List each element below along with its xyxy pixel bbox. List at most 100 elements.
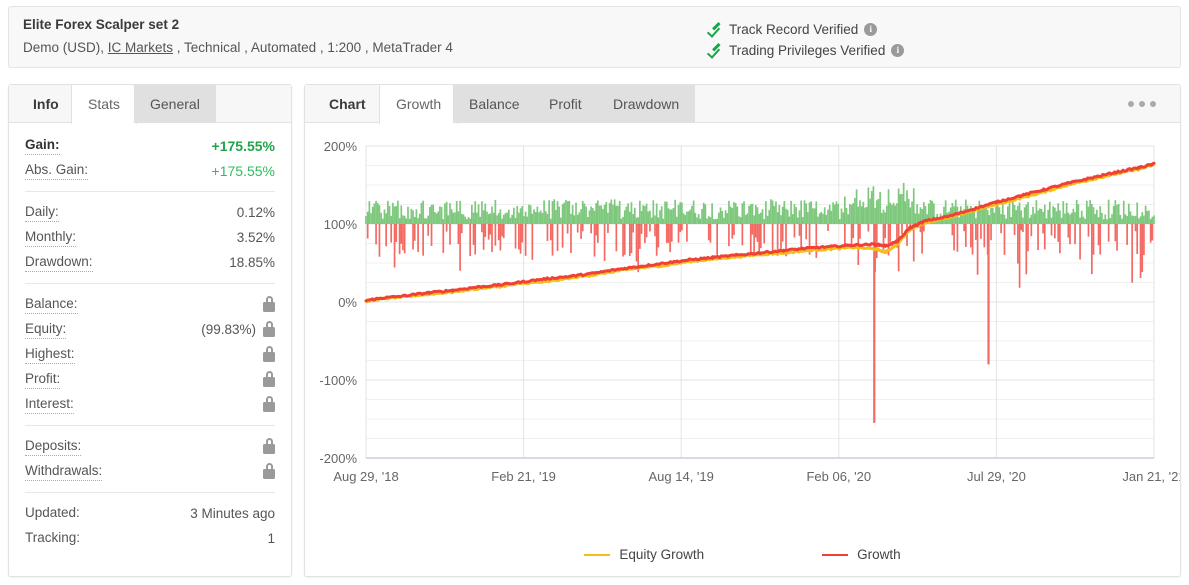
- stats-value-equity-text: (99.83%): [201, 322, 256, 337]
- stats-label-profit[interactable]: Profit:: [25, 371, 61, 389]
- stats-row-interest: Interest:: [25, 392, 275, 417]
- page-title: Elite Forex Scalper set 2: [23, 17, 180, 32]
- stats-label-gain[interactable]: Gain:: [25, 137, 60, 155]
- legend-swatch-equity-growth: [584, 553, 611, 556]
- badge-trading-privileges-label: Trading Privileges Verified: [729, 43, 886, 58]
- chart-panel: Chart Growth Balance Profit Drawdown 200…: [304, 84, 1181, 577]
- chart-tab-profit[interactable]: Profit: [533, 85, 598, 123]
- legend-label-equity-growth: Equity Growth: [619, 547, 705, 562]
- stats-row-drawdown: Drawdown: 18.85%: [25, 250, 275, 275]
- svg-text:Feb 21, '19: Feb 21, '19: [491, 469, 556, 484]
- check-icon: [709, 23, 724, 37]
- stats-row-daily: Daily: 0.12%: [25, 200, 275, 225]
- stats-row-highest: Highest:: [25, 342, 275, 367]
- svg-text:-100%: -100%: [319, 373, 357, 388]
- badge-track-record-label: Track Record Verified: [729, 22, 859, 37]
- stats-group-gain: Gain: +175.55% Abs. Gain: +175.55%: [25, 133, 275, 183]
- stats-value-tracking: 1: [267, 531, 275, 546]
- divider: [25, 425, 275, 426]
- stats-group-returns: Daily: 0.12% Monthly: 3.52% Drawdown: 18…: [25, 200, 275, 275]
- stats-value-equity: (99.83%): [201, 321, 275, 337]
- lock-icon: [263, 296, 275, 312]
- stats-row-balance: Balance:: [25, 292, 275, 317]
- lock-icon: [263, 463, 275, 479]
- account-header: Elite Forex Scalper set 2 Demo (USD), IC…: [8, 6, 1181, 68]
- svg-text:Jan 21, '21: Jan 21, '21: [1122, 469, 1180, 484]
- stats-row-tracking: Tracking: 1: [25, 526, 275, 551]
- svg-text:0%: 0%: [338, 295, 357, 310]
- svg-text:Aug 14, '19: Aug 14, '19: [649, 469, 714, 484]
- stats-row-abs-gain: Abs. Gain: +175.55%: [25, 158, 275, 183]
- stats-value-highest: [256, 346, 275, 362]
- stats-label-equity[interactable]: Equity:: [25, 321, 67, 339]
- stats-value-daily: 0.12%: [236, 205, 275, 220]
- stats-value-abs-gain: +175.55%: [211, 162, 275, 179]
- broker-link[interactable]: IC Markets: [108, 40, 173, 55]
- chart-tab-chart[interactable]: Chart: [313, 85, 382, 123]
- stats-group-account: Balance: Equity: (99.83%) Highest: Profi…: [25, 292, 275, 417]
- stats-row-updated: Updated: 3 Minutes ago: [25, 501, 275, 526]
- divider: [25, 492, 275, 493]
- stats-value-monthly: 3.52%: [236, 230, 275, 245]
- stats-value-deposits: [256, 438, 275, 454]
- stats-label-monthly[interactable]: Monthly:: [25, 229, 77, 247]
- chart-tab-drawdown[interactable]: Drawdown: [597, 85, 696, 123]
- stats-panel: Info Stats General Gain: +175.55% Abs. G…: [8, 84, 292, 577]
- stats-row-gain: Gain: +175.55%: [25, 133, 275, 158]
- stats-label-abs-gain[interactable]: Abs. Gain:: [25, 162, 89, 180]
- stats-row-profit: Profit:: [25, 367, 275, 392]
- lock-icon: [263, 346, 275, 362]
- info-icon[interactable]: i: [864, 23, 878, 36]
- ellipsis-icon[interactable]: [1128, 99, 1162, 109]
- stats-row-monthly: Monthly: 3.52%: [25, 225, 275, 250]
- chart-tabbar: Chart Growth Balance Profit Drawdown: [305, 85, 1180, 124]
- account-overview-page: Elite Forex Scalper set 2 Demo (USD), IC…: [0, 0, 1189, 585]
- growth-chart-svg: 200% 100% 0% -100% -200% Aug 29, '18 Feb 21, …: [319, 139, 1180, 484]
- growth-chart: 200% 100% 0% -100% -200% Aug 29, '18 Feb 21, …: [305, 123, 1180, 576]
- stats-label-deposits[interactable]: Deposits:: [25, 438, 82, 456]
- stats-value-drawdown: 18.85%: [229, 255, 275, 270]
- stats-label-tracking: Tracking:: [25, 530, 81, 545]
- stats-row-withdrawals: Withdrawals:: [25, 459, 275, 484]
- stats-value-updated: 3 Minutes ago: [190, 506, 275, 521]
- stats-value-gain: +175.55%: [211, 137, 275, 154]
- chart-tab-balance[interactable]: Balance: [453, 85, 536, 123]
- check-icon: [709, 44, 724, 58]
- account-meta-post: , Technical , Automated , 1:200 , MetaTr…: [173, 40, 453, 55]
- stats-label-interest[interactable]: Interest:: [25, 396, 74, 414]
- info-icon[interactable]: i: [891, 44, 905, 57]
- svg-text:200%: 200%: [324, 139, 358, 154]
- lock-icon: [263, 371, 275, 387]
- chart-daily-bars: [365, 182, 1155, 423]
- stats-label-updated: Updated:: [25, 505, 80, 520]
- stats-label-daily[interactable]: Daily:: [25, 204, 59, 222]
- badge-trading-privileges: Trading Privileges Verified i: [709, 40, 905, 61]
- stats-group-tracking: Updated: 3 Minutes ago Tracking: 1: [25, 501, 275, 551]
- legend-label-growth: Growth: [857, 547, 901, 562]
- stats-value-interest: [256, 396, 275, 412]
- stats-tab-stats[interactable]: Stats: [71, 85, 137, 124]
- stats-value-withdrawals: [256, 463, 275, 479]
- stats-value-balance: [256, 296, 275, 312]
- stats-row-equity: Equity: (99.83%): [25, 317, 275, 342]
- svg-text:Jul 29, '20: Jul 29, '20: [967, 469, 1026, 484]
- verification-badges: Track Record Verified i Trading Privileg…: [709, 19, 905, 61]
- stats-label-withdrawals[interactable]: Withdrawals:: [25, 463, 103, 481]
- stats-label-highest[interactable]: Highest:: [25, 346, 75, 364]
- stats-list: Gain: +175.55% Abs. Gain: +175.55% Daily…: [9, 123, 291, 551]
- stats-value-profit: [256, 371, 275, 387]
- badge-track-record: Track Record Verified i: [709, 19, 904, 40]
- stats-label-balance[interactable]: Balance:: [25, 296, 78, 314]
- legend-item-growth[interactable]: Growth: [822, 547, 901, 562]
- chart-x-axis-labels: Aug 29, '18 Feb 21, '19 Aug 14, '19 Feb 06,…: [333, 469, 1180, 484]
- stats-row-deposits: Deposits:: [25, 434, 275, 459]
- account-meta-pre: Demo (USD),: [23, 40, 108, 55]
- stats-tab-info[interactable]: Info: [17, 85, 75, 123]
- lock-icon: [263, 321, 275, 337]
- legend-item-equity-growth[interactable]: Equity Growth: [584, 547, 704, 562]
- chart-tab-growth[interactable]: Growth: [379, 85, 459, 124]
- svg-text:100%: 100%: [324, 217, 358, 232]
- stats-label-drawdown[interactable]: Drawdown:: [25, 254, 93, 272]
- stats-tab-general[interactable]: General: [134, 85, 216, 123]
- lock-icon: [263, 396, 275, 412]
